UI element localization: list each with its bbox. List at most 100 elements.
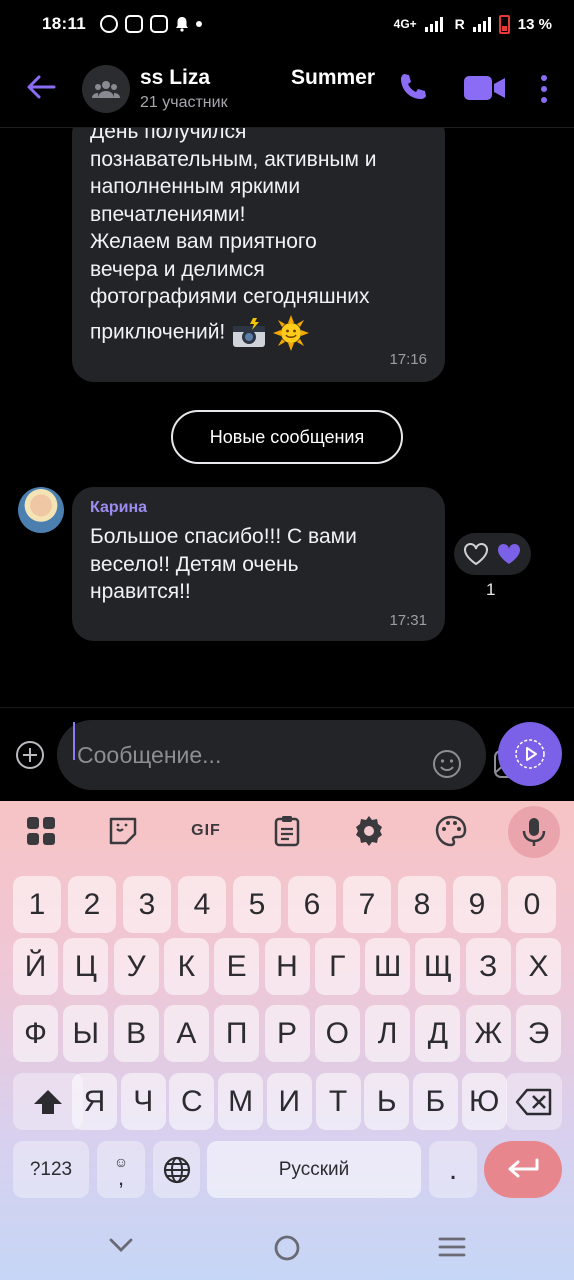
backspace-key[interactable] <box>506 1073 562 1130</box>
text-caret <box>73 722 75 760</box>
letter-key[interactable]: К <box>163 938 209 995</box>
voice-input-button[interactable] <box>508 806 560 858</box>
number-key[interactable]: 0 <box>508 876 556 933</box>
letter-key[interactable]: М <box>218 1073 264 1130</box>
reaction-count: 1 <box>486 580 496 599</box>
number-key[interactable]: 8 <box>398 876 446 933</box>
number-key[interactable]: 4 <box>178 876 226 933</box>
message-line: наполненным яркими <box>90 175 301 198</box>
reactions-bar[interactable] <box>454 533 531 575</box>
letter-key[interactable]: У <box>113 938 159 995</box>
send-button[interactable] <box>498 722 562 786</box>
group-avatar[interactable] <box>82 65 130 113</box>
letter-key[interactable]: В <box>113 1005 159 1062</box>
message-line: вечера и делимся <box>90 257 265 281</box>
gif-label: GIF <box>191 822 221 839</box>
number-key[interactable]: 9 <box>453 876 501 933</box>
message-bubble[interactable]: Карина Большое спасибо!!! С вами весело!… <box>72 487 445 641</box>
play-send-icon <box>515 739 545 769</box>
more-options-icon[interactable] <box>536 73 552 105</box>
letter-key[interactable]: Ф <box>13 1005 58 1062</box>
message-line: весело!! Детям очень <box>90 552 299 576</box>
letter-key[interactable]: О <box>314 1005 360 1062</box>
letter-key[interactable]: Л <box>365 1005 411 1062</box>
letter-key[interactable]: Т <box>315 1073 361 1130</box>
message-input-container[interactable] <box>57 720 526 790</box>
letter-key[interactable]: Х <box>516 938 561 995</box>
number-key[interactable]: 5 <box>233 876 281 933</box>
letter-key[interactable]: Щ <box>415 938 461 995</box>
message-line: впечатлениями! <box>90 202 246 226</box>
language-key[interactable] <box>153 1141 200 1198</box>
letter-key[interactable]: Е <box>214 938 260 995</box>
settings-icon[interactable] <box>352 814 386 848</box>
keyboard: GIF 1234567890 ЙЦУКЕНГШЩЗХ ФЫВАПРОЛДЖЭ Я… <box>0 801 574 1280</box>
letter-key[interactable]: А <box>163 1005 209 1062</box>
message-bubble[interactable]: День получился познавательным, активным … <box>72 112 445 382</box>
number-key[interactable]: 7 <box>343 876 391 933</box>
number-key[interactable]: 2 <box>68 876 116 933</box>
new-messages-divider[interactable]: Новые сообщения <box>171 410 403 464</box>
letter-key[interactable]: Н <box>264 938 310 995</box>
message-composer <box>0 707 574 801</box>
gif-button[interactable]: GIF <box>186 814 226 848</box>
symbols-key[interactable]: ?123 <box>13 1141 89 1198</box>
emoji-icon[interactable] <box>431 748 463 780</box>
group-icon <box>92 81 120 98</box>
clipboard-icon[interactable] <box>270 814 304 848</box>
message-text: Большое спасибо!!! С вами весело!! Детям… <box>90 523 430 606</box>
sticker-icon[interactable] <box>106 814 140 848</box>
video-call-icon[interactable] <box>464 74 506 102</box>
space-key[interactable]: Русский <box>207 1141 421 1198</box>
message-input[interactable] <box>75 720 365 790</box>
letter-key[interactable]: Ю <box>461 1073 507 1130</box>
letter-key[interactable]: Э <box>516 1005 561 1062</box>
home-icon[interactable] <box>273 1234 301 1262</box>
status-bar: 18:11 4G+ R 13 % <box>0 0 574 48</box>
enter-key[interactable] <box>484 1141 562 1198</box>
sender-avatar[interactable] <box>18 487 64 533</box>
shift-key[interactable] <box>13 1073 83 1130</box>
letter-key[interactable]: Г <box>314 938 360 995</box>
emoji-comma-key[interactable]: ☺ , <box>97 1141 145 1198</box>
number-key[interactable]: 3 <box>123 876 171 933</box>
letter-key[interactable]: Д <box>415 1005 461 1062</box>
chat-title[interactable]: ss Liza <box>140 66 210 90</box>
message-line: Желаем вам приятного <box>90 230 317 253</box>
letter-key[interactable]: Ш <box>365 938 411 995</box>
period-key[interactable]: . <box>429 1141 477 1198</box>
letter-key[interactable]: И <box>266 1073 312 1130</box>
apps-icon[interactable] <box>24 814 58 848</box>
recents-icon[interactable] <box>438 1236 466 1258</box>
heart-filled-icon[interactable] <box>496 542 522 566</box>
battery-icon <box>498 14 510 34</box>
letter-key[interactable]: Б <box>412 1073 458 1130</box>
letter-key[interactable]: З <box>465 938 511 995</box>
chat-title-suffix[interactable]: Summer <box>291 66 379 90</box>
letter-key[interactable]: Ь <box>364 1073 410 1130</box>
letter-key[interactable]: Ч <box>120 1073 166 1130</box>
phone-call-icon[interactable] <box>396 70 430 104</box>
letter-key[interactable]: Ц <box>63 938 109 995</box>
chat-header: ss Liza 21 участник Summer <box>0 48 574 128</box>
keyboard-toolbar: GIF <box>0 801 574 863</box>
palette-icon[interactable] <box>434 814 468 848</box>
sender-name[interactable]: Карина <box>90 499 147 517</box>
letter-key[interactable]: Р <box>264 1005 310 1062</box>
chevron-down-icon[interactable] <box>108 1237 134 1253</box>
signal-icon-2 <box>472 16 491 32</box>
add-attachment-icon[interactable] <box>14 739 46 771</box>
heart-outline-icon[interactable] <box>463 542 489 566</box>
sun-emoji <box>272 314 309 351</box>
number-key[interactable]: 1 <box>13 876 61 933</box>
letter-key[interactable]: Ы <box>63 1005 109 1062</box>
back-arrow-icon[interactable] <box>24 70 58 104</box>
letter-key[interactable]: П <box>214 1005 260 1062</box>
message-text: День получился познавательным, активным … <box>90 118 440 351</box>
message-time: 17:31 <box>389 612 427 629</box>
letter-key[interactable]: С <box>169 1073 215 1130</box>
number-key[interactable]: 6 <box>288 876 336 933</box>
instagram-notification-icon-2 <box>150 15 169 33</box>
letter-key[interactable]: Ж <box>465 1005 511 1062</box>
letter-key[interactable]: Й <box>13 938 58 995</box>
